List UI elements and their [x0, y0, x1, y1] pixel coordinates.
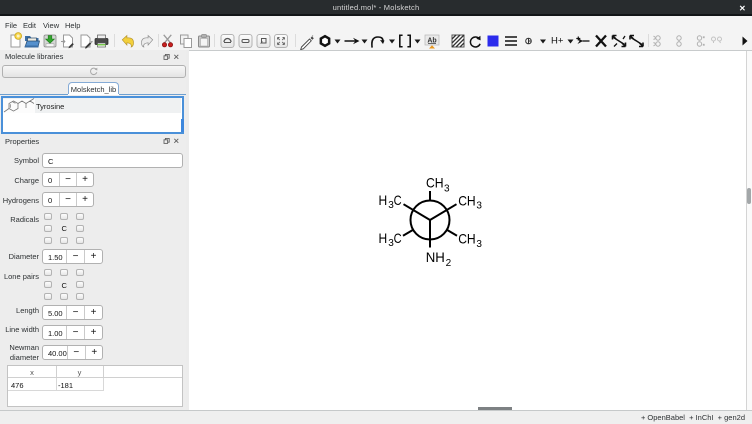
svg-text:C: C [394, 192, 402, 208]
svg-text:CH: CH [426, 174, 444, 190]
svg-text:3: 3 [476, 239, 482, 250]
svg-text:CH: CH [458, 193, 476, 209]
svg-text:2: 2 [446, 258, 452, 269]
svg-text:3: 3 [476, 201, 482, 212]
svg-text:CH: CH [458, 231, 476, 247]
svg-text:C: C [394, 230, 402, 246]
svg-text:H: H [379, 230, 388, 246]
svg-text:3: 3 [444, 183, 450, 194]
svg-text:H: H [379, 192, 388, 208]
svg-text:NH: NH [426, 249, 445, 265]
